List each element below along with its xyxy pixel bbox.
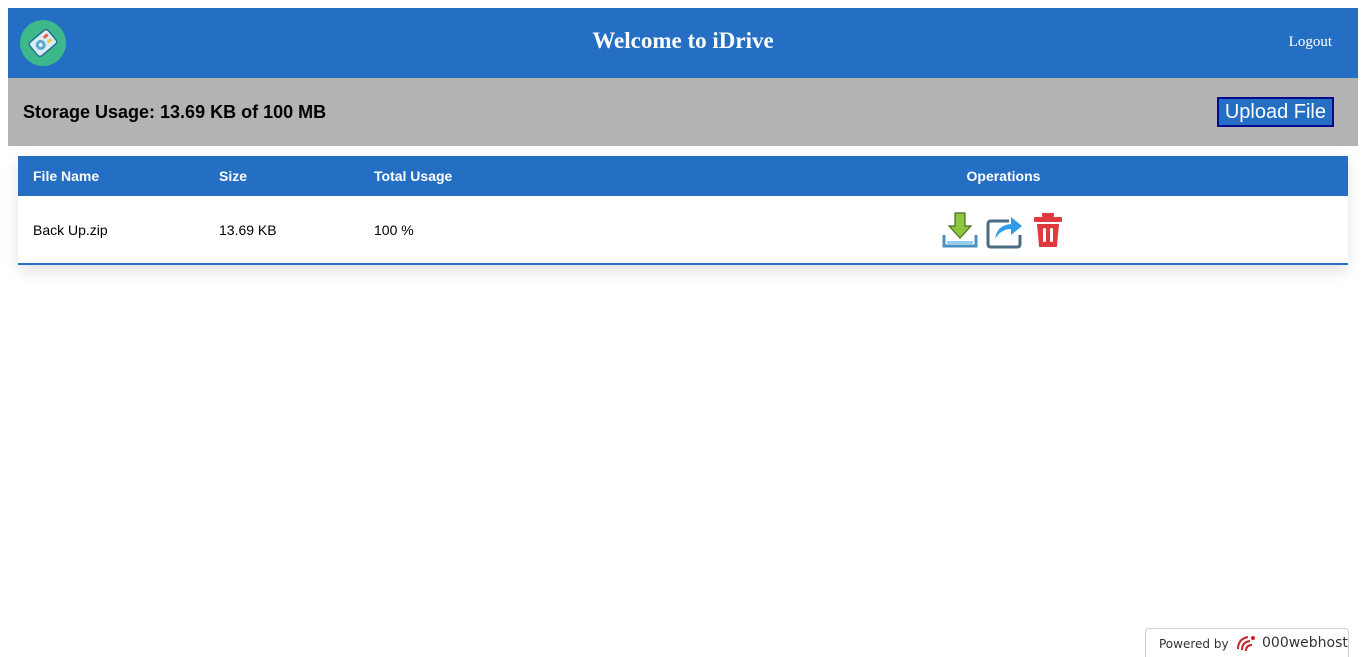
storage-usage-text: Storage Usage: 13.69 KB of 100 MB [23, 102, 327, 122]
powered-by-brand: 000webhost [1262, 635, 1348, 651]
table-row: Back Up.zip 13.69 KB 100 % [18, 196, 1348, 265]
file-table-container: File Name Size Total Usage Operations Ba… [18, 156, 1348, 265]
app-header: Welcome to iDrive Logout [8, 8, 1358, 78]
download-icon[interactable] [941, 211, 979, 249]
page-title: Welcome to iDrive [592, 28, 774, 53]
column-header-operations: Operations [966, 168, 1041, 184]
file-usage-cell: 100 % [359, 196, 659, 265]
file-table: File Name Size Total Usage Operations Ba… [18, 156, 1348, 265]
logout-link[interactable]: Logout [1289, 34, 1332, 51]
storage-usage-bar: Storage Usage: 13.69 KB of 100 MB Upload… [8, 78, 1358, 146]
column-header-total-usage: Total Usage [374, 168, 453, 184]
powered-by-label: Powered by [1159, 637, 1229, 651]
powered-by-badge[interactable]: Powered by 000webhost [1145, 628, 1349, 657]
file-size-cell: 13.69 KB [204, 196, 359, 265]
file-name-cell: Back Up.zip [18, 196, 204, 265]
000webhost-logo-icon [1237, 636, 1255, 652]
operations-cell [659, 196, 1348, 265]
column-header-size: Size [219, 168, 248, 184]
share-icon[interactable] [985, 211, 1023, 249]
table-header-row: File Name Size Total Usage Operations [18, 156, 1348, 196]
upload-file-button[interactable]: Upload File [1216, 97, 1334, 127]
delete-icon[interactable] [1029, 211, 1067, 249]
column-header-file-name: File Name [33, 168, 100, 184]
